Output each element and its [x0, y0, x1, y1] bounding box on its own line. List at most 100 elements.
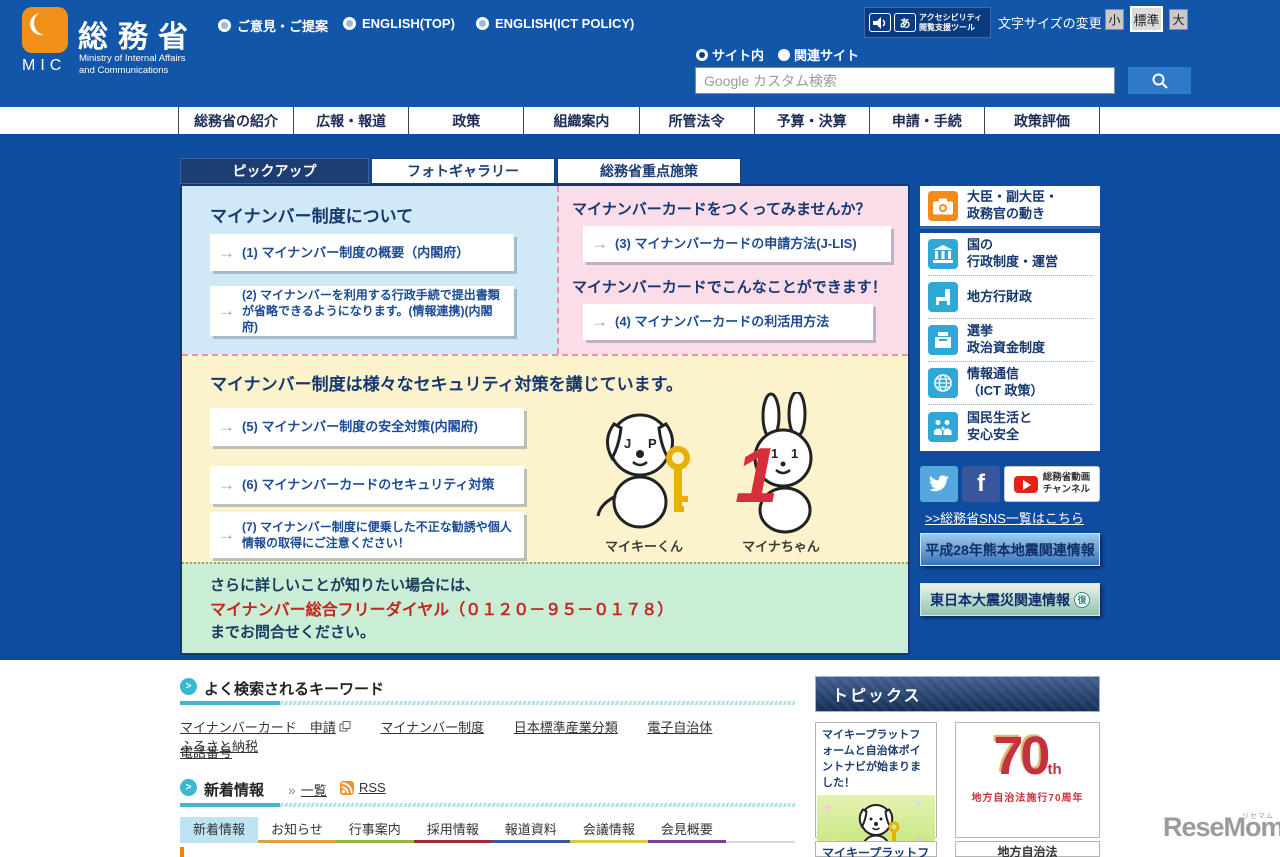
link-5-safety-measures[interactable]: → (5) マイナンバー制度の安全対策(内閣府) [210, 408, 524, 446]
accessibility-label-line1: アクセシビリティ [919, 12, 983, 22]
radio-selected-icon [696, 48, 708, 61]
svg-text:1: 1 [791, 446, 798, 461]
arrow-icon: → [591, 312, 608, 331]
arrow-icon: → [591, 234, 608, 253]
topic-card-70th-anniversary[interactable]: 70th 地方自治法施行70周年 [955, 722, 1100, 838]
link-feedback-label: ご意見・ご提案 [237, 19, 329, 34]
nav-applications[interactable]: 申請・手続 [868, 107, 984, 134]
kumamoto-earthquake-banner[interactable]: 平成28年熊本地震関連情報 [920, 533, 1100, 566]
tab-photo-gallery[interactable]: フォトギャラリー [371, 158, 555, 184]
sns-list-link[interactable]: >>総務省SNS一覧はこちら [925, 508, 1084, 527]
family-icon [928, 411, 958, 442]
70th-logo-subtitle: 地方自治法施行70周年 [971, 793, 1084, 804]
accessibility-tool[interactable]: あ アクセシビリティ 閲覧支援ツール [864, 7, 991, 38]
maikii-kun-label: マイキーくん [604, 539, 683, 554]
sidebar-item-safety[interactable]: 国民生活と 安心安全 [928, 405, 1092, 448]
speaker-icon[interactable] [869, 13, 891, 32]
news-tab-notice[interactable]: お知らせ [258, 817, 336, 843]
local-finance-icon [928, 282, 958, 312]
youtube-icon [1013, 475, 1038, 493]
news-tab-new[interactable]: 新着情報 [180, 817, 259, 843]
news-list-link[interactable]: » 一覧 [288, 780, 327, 799]
rss-label: RSS [359, 780, 386, 795]
youtube-channel-button[interactable]: 総務省動画 チャンネル [1004, 466, 1100, 502]
nav-policy[interactable]: 政策 [408, 107, 523, 134]
tohoku-earthquake-banner[interactable]: 東日本大震災関連情報 復 [920, 583, 1100, 616]
nav-laws[interactable]: 所管法令 [638, 107, 754, 134]
keyword-link-mynumber-system[interactable]: マイナンバー制度 [380, 717, 484, 736]
news-tab-meetings[interactable]: 会議情報 [569, 817, 648, 843]
keywords-divider [180, 701, 795, 705]
link-4-card-utilization[interactable]: → (4) マイナンバーカードの利活用方法 [583, 304, 873, 340]
radio-site-search[interactable]: サイト内 [696, 45, 764, 64]
site-subtitle-line1: Ministry of Internal Affairs [79, 53, 186, 64]
sidebar-item-local-admin[interactable]: 地方行財政 [928, 276, 1092, 319]
radio-related-sites[interactable]: 関連サイト [778, 45, 859, 64]
tab-priority-policies[interactable]: 総務省重点施策 [557, 158, 741, 184]
arrow-icon: → [218, 525, 235, 544]
sidebar-minister-activities[interactable]: 大臣・副大臣・ 政務官の動き [920, 186, 1100, 229]
news-divider [180, 803, 795, 807]
link-2-info-linkage[interactable]: → (2) マイナンバーを利用する行政手続で提出書類が省略できるようになります。… [210, 286, 514, 336]
sidebar-item-ict[interactable]: 情報通信 （ICT 政策） [928, 362, 1092, 405]
keyword-link-card-application[interactable]: マイナンバーカード 申請 [180, 717, 351, 736]
search-button[interactable] [1128, 67, 1191, 94]
topic-card-mykey-platform[interactable]: マイキープラットフォームと自治体ポイントナビが始まりました！ ★ ★ ★ ★ [815, 722, 937, 857]
youtube-label-line1: 総務省動画 [1042, 471, 1091, 483]
twitter-button[interactable] [920, 466, 958, 502]
link-feedback[interactable]: ご意見・ご提案 [218, 16, 328, 35]
link-6-card-security[interactable]: → (6) マイナンバーカードのセキュリティ対策 [210, 466, 524, 504]
nav-pr[interactable]: 広報・報道 [293, 107, 408, 134]
font-size-large-button[interactable]: 大 [1169, 9, 1188, 30]
keyword-link-industry-classification[interactable]: 日本標準産業分類 [514, 717, 618, 736]
national-admin-label: 国の 行政制度・運営 [967, 237, 1058, 271]
topic-70th-caption[interactable]: 地方自治法 施行70周年記念 [955, 841, 1100, 857]
link-5-label: (5) マイナンバー制度の安全対策(内閣府) [242, 419, 478, 435]
news-tab-events[interactable]: 行事案内 [335, 817, 414, 843]
maikii-kun-dog-mascot: J P [596, 413, 690, 529]
facebook-button[interactable]: f [962, 466, 1000, 502]
font-size-normal-button[interactable]: 標準 [1130, 6, 1163, 32]
link-english-ict[interactable]: ENGLISH(ICT POLICY) [476, 16, 634, 31]
star-icon: ★ [823, 802, 832, 814]
news-tab-recruit[interactable]: 採用情報 [413, 817, 492, 843]
nav-budget[interactable]: 予算・決算 [753, 107, 869, 134]
radio-related-label: 関連サイト [794, 48, 860, 63]
tab-pickup[interactable]: ピックアップ [180, 158, 369, 184]
site-subtitle: Ministry of Internal Affairs and Communi… [79, 53, 185, 78]
news-tabs: 新着情報 お知らせ 行事案内 採用情報 報道資料 会議情報 会見概要 [180, 817, 726, 843]
link-1-mynumber-overview[interactable]: → (1) マイナンバー制度の概要（内閣府） [210, 234, 514, 271]
font-size-small-button[interactable]: 小 [1105, 9, 1124, 30]
keyword-link-e-gov[interactable]: 電子自治体 [647, 717, 712, 736]
link-english-top[interactable]: ENGLISH(TOP) [343, 16, 455, 31]
link-7-fraud-warning[interactable]: → (7) マイナンバー制度に便乗した不正な勧誘や個人情報の取得にご注意ください… [210, 512, 524, 558]
70th-anniversary-logo: 70th [956, 725, 1099, 787]
globe-icon [928, 368, 958, 398]
national-admin-line2: 行政制度・運営 [967, 254, 1059, 269]
hiragana-a-icon[interactable]: あ [894, 13, 916, 32]
font-size-label: 文字サイズの変更 [998, 16, 1102, 31]
nav-evaluation[interactable]: 政策評価 [983, 107, 1100, 134]
keyword-link-phone-number[interactable]: 電話番号 [180, 742, 232, 761]
topic-mykey-caption[interactable]: マイキープラットフォーム [815, 841, 937, 857]
safety-line1: 国民生活と [967, 409, 1033, 425]
nav-about[interactable]: 総務省の紹介 [178, 107, 293, 134]
star-icon: ★ [913, 798, 922, 810]
news-tab-briefings[interactable]: 会見概要 [647, 817, 726, 843]
maina-chan-label: マイナちゃん [742, 539, 820, 554]
nav-organization[interactable]: 組織案内 [523, 107, 638, 134]
mic-logo-icon[interactable] [22, 7, 68, 53]
site-subtitle-line2: and Communications [79, 65, 169, 77]
news-tab-press[interactable]: 報道資料 [491, 817, 570, 843]
radio-unselected-icon [778, 48, 791, 61]
site-title[interactable]: 総務省 [78, 12, 198, 56]
link-3-card-application[interactable]: → (3) マイナンバーカードの申請方法(J-LIS) [583, 226, 891, 262]
arrow-icon: → [218, 475, 235, 494]
sidebar-item-elections[interactable]: 選挙 政治資金制度 [928, 319, 1092, 362]
rss-link[interactable]: RSS [340, 780, 386, 795]
facebook-icon: f [977, 470, 985, 497]
main-content-area: ピックアップ フォトギャラリー 総務省重点施策 マイナンバー制度について → (… [0, 134, 1280, 660]
sidebar-item-national-admin[interactable]: 国の 行政制度・運営 [928, 233, 1092, 276]
svg-text:1: 1 [735, 431, 778, 519]
search-input[interactable] [695, 67, 1115, 94]
